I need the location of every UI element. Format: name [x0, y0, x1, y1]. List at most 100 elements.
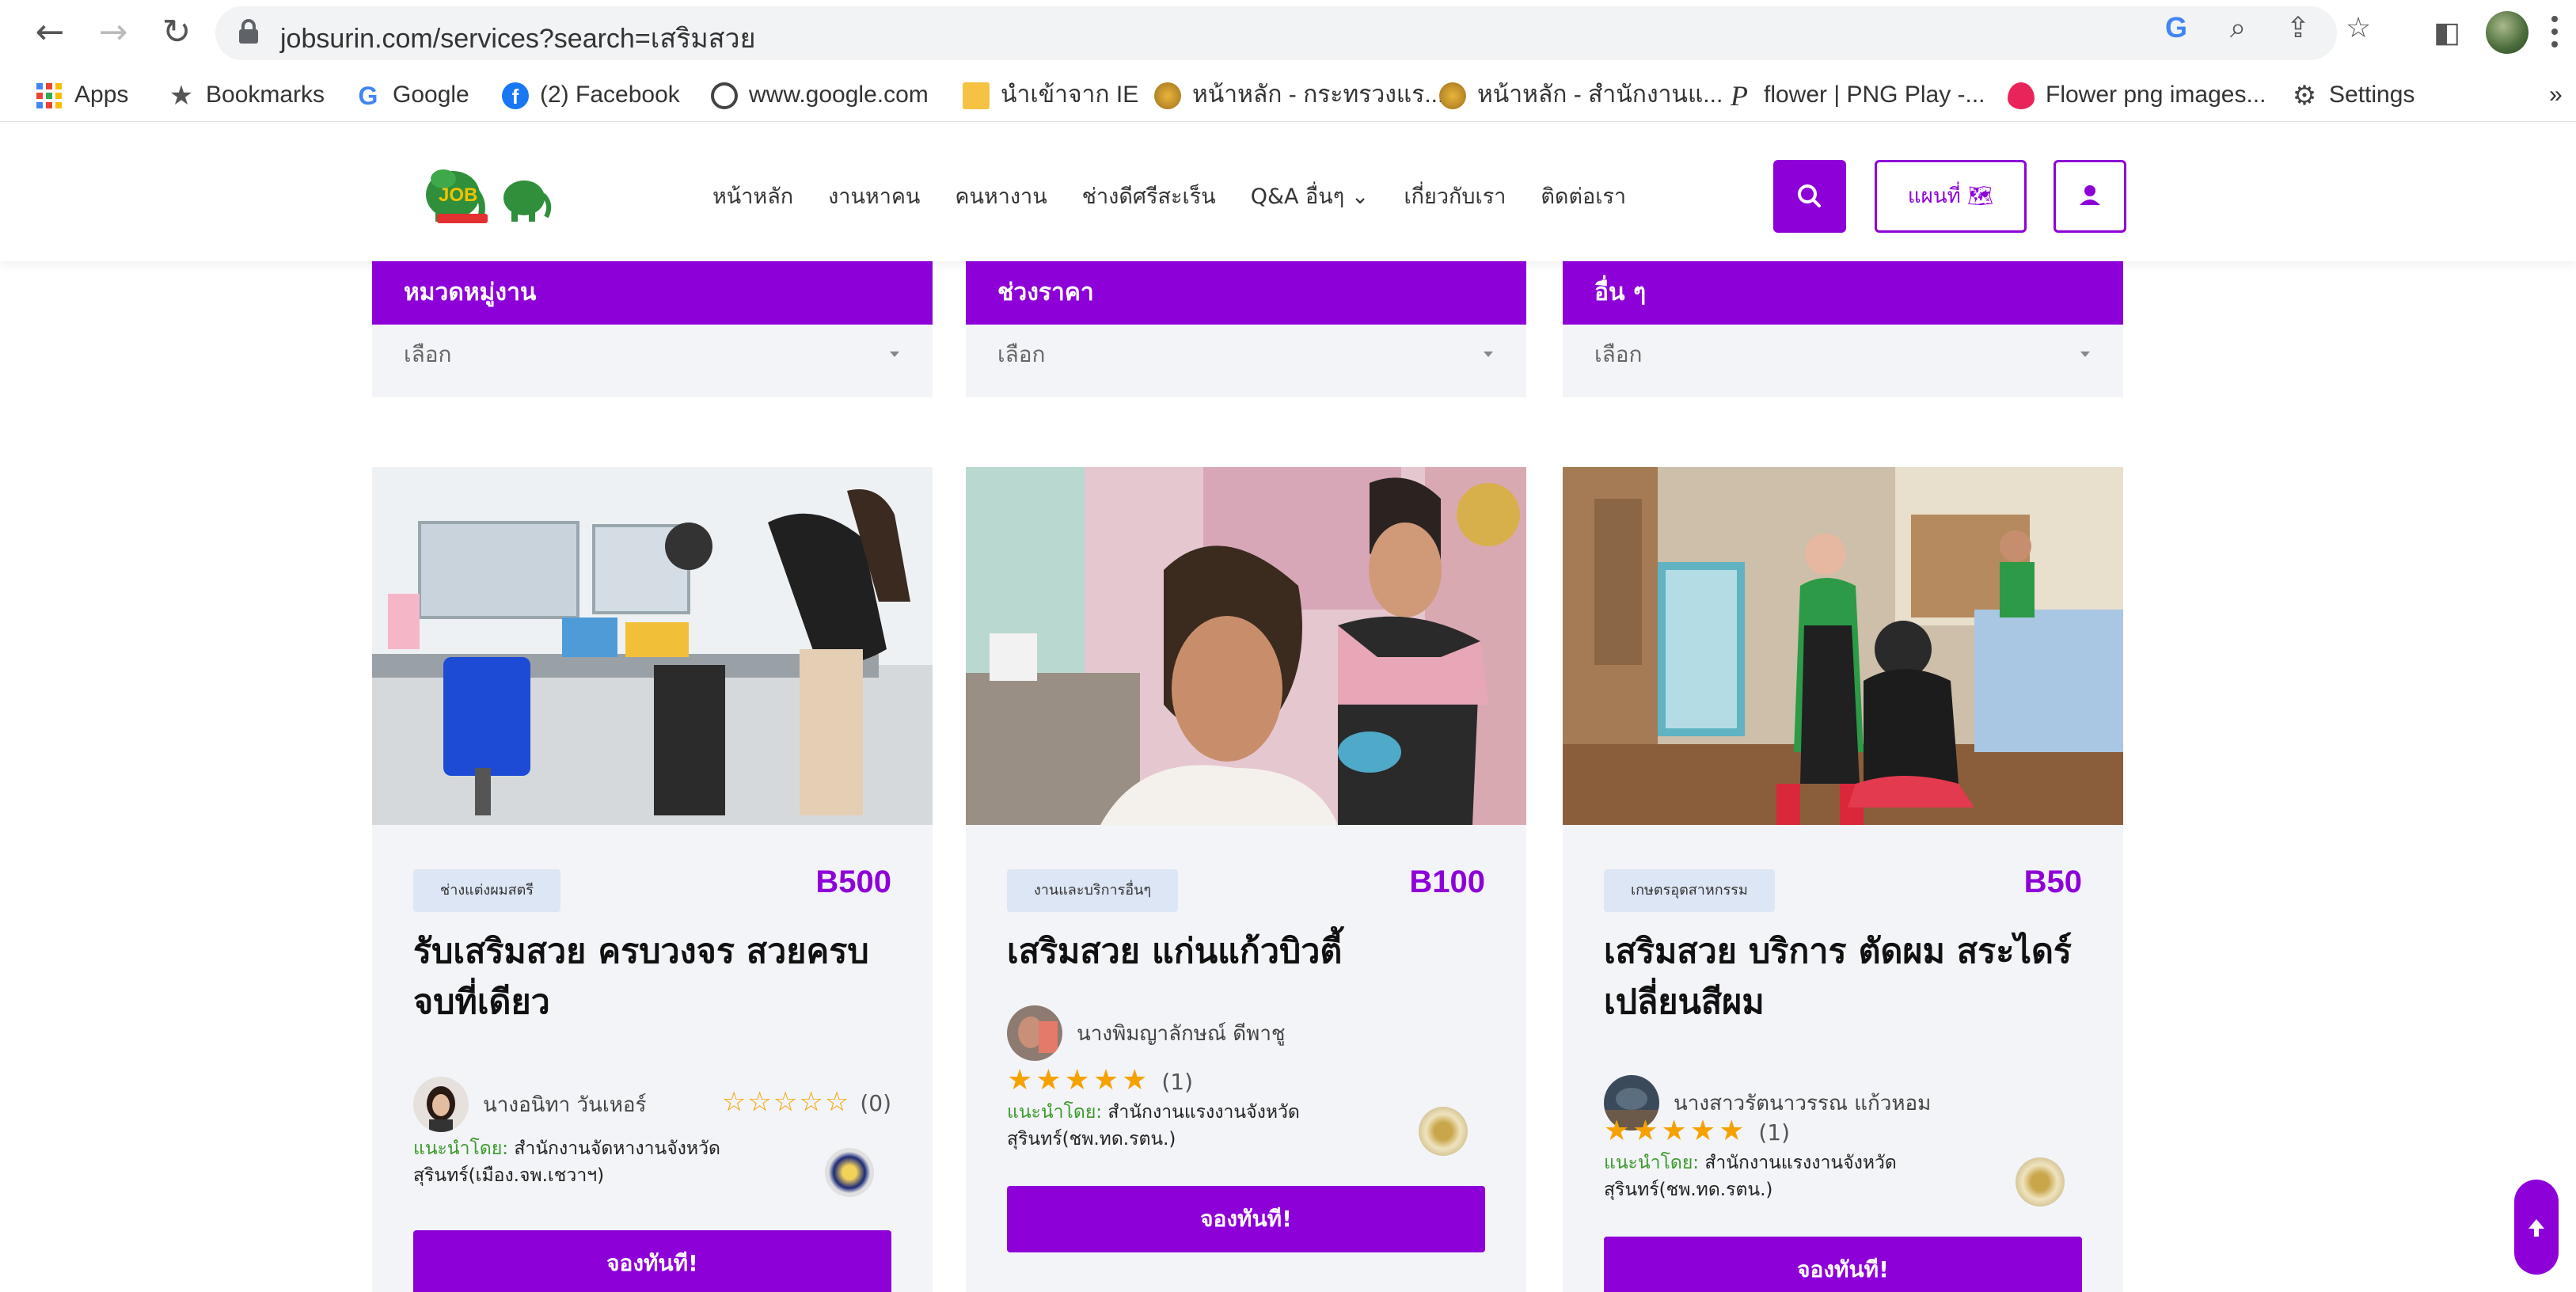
service-card[interactable]: ช่างแต่งผมสตรี B500 รับเสริมสวย ครบวงจร …: [372, 467, 933, 1292]
book-now-button[interactable]: จองทันที!: [1604, 1237, 2082, 1292]
bookmark-settings[interactable]: ⚙ Settings: [2291, 79, 2415, 111]
nav-qa-dropdown[interactable]: Q&A อื่นๆ ⌄: [1251, 179, 1370, 213]
nav-about[interactable]: เกี่ยวกับเรา: [1404, 179, 1506, 213]
p-icon: P: [1731, 80, 1748, 112]
jobsurin-logo[interactable]: JOB: [420, 158, 554, 225]
bookmark-ie-folder[interactable]: นำเข้าจาก IE: [963, 79, 1138, 111]
rating: ★★★★★ (1): [1604, 1115, 1790, 1147]
rating-stars: ☆☆☆☆☆: [721, 1086, 851, 1118]
bookmark-flower-pngplay[interactable]: Pflower | PNG Play -...: [1726, 79, 1985, 111]
government-seal-icon: [2016, 1157, 2065, 1206]
rating-stars: ★★★★★: [1007, 1064, 1151, 1096]
bookmark-star-icon[interactable]: ☆: [2337, 6, 2380, 49]
provider-name: นางพิมญาลักษณ์ ดีพาชู: [1077, 1021, 1286, 1046]
share-icon[interactable]: ⇪: [2277, 6, 2320, 49]
rating-count: (1): [1758, 1119, 1791, 1146]
main-nav: หน้าหลัก งานหาคน คนหางาน ช่างดีศรีสะเร็น…: [712, 179, 1626, 213]
svg-text:JOB: JOB: [439, 184, 477, 206]
bookmark-flower-png[interactable]: Flower png images...: [2008, 79, 2266, 111]
facebook-icon: f: [502, 82, 529, 110]
menu-icon[interactable]: [2551, 16, 2559, 51]
search-button[interactable]: [1773, 160, 1846, 233]
nav-contact[interactable]: ติดต่อเรา: [1541, 179, 1626, 213]
service-card[interactable]: งานและบริการอื่นๆ B100 เสริมสวย แก่นแก้ว…: [966, 467, 1526, 1292]
gear-icon: ⚙: [2292, 81, 2317, 112]
bookmark-www-google[interactable]: www.google.com: [711, 79, 929, 111]
rating: ☆☆☆☆☆ (0): [722, 1086, 891, 1118]
drop-icon: [2008, 82, 2035, 110]
google-icon: G: [358, 82, 378, 111]
site-header: JOB หน้าหลัก งานหาคน คนหางาน ช่างดีศรีสะ…: [0, 122, 2576, 261]
user-icon: [2080, 185, 2100, 205]
bookmark-facebook[interactable]: f (2) Facebook: [502, 79, 680, 111]
map-button[interactable]: แผนที่ 🗺: [1875, 160, 2027, 233]
service-photo[interactable]: [372, 467, 933, 825]
rating-count: (0): [860, 1090, 891, 1116]
recommended-label: แนะนำโดย:: [413, 1138, 509, 1159]
provider[interactable]: นางอนิทา วันเหอร์: [413, 1077, 646, 1132]
book-now-button[interactable]: จองทันที!: [1007, 1186, 1485, 1252]
recommended-by: แนะนำโดย: สำนักงานแรงงานจังหวัดสุรินทร์(…: [1007, 1102, 1300, 1150]
folder-icon: [963, 82, 990, 110]
filter-category: หมวดหมู่งาน เลือก: [372, 261, 933, 397]
filter-other: อื่น ๆ เลือก: [1563, 261, 2123, 397]
service-card[interactable]: เกษตรอุตสาหกรรม B50 เสริมสวย บริการ ตัดผ…: [1563, 467, 2123, 1292]
rating-stars: ★★★★★: [1604, 1115, 1748, 1147]
side-panel-icon[interactable]: ◧: [2426, 11, 2468, 54]
globe-icon: [711, 82, 738, 110]
google-lens-icon[interactable]: G: [2155, 6, 2198, 49]
bookmark-mol-home[interactable]: หน้าหลัก - กระทรวงแร...: [1154, 79, 1444, 111]
url-text: jobsurin.com/services?search=เสริมสวย: [280, 24, 756, 54]
government-seal-icon: [1419, 1107, 1468, 1156]
service-title[interactable]: เสริมสวย แก่นแก้วบิวตี้: [1007, 926, 1498, 977]
star-icon: ★: [169, 81, 194, 112]
bookmark-office-home[interactable]: หน้าหลัก - สำนักงานแ...: [1439, 79, 1723, 111]
price: B50: [2023, 864, 2082, 899]
government-seal-icon: [825, 1148, 874, 1197]
other-select[interactable]: เลือก: [1563, 325, 2123, 397]
bookmark-bookmarks[interactable]: ★ Bookmarks: [168, 79, 325, 111]
service-title[interactable]: เสริมสวย บริการ ตัดผม สระไดร์ เปลี่ยนสีผ…: [1604, 926, 2095, 1028]
filter-header: ช่วงราคา: [966, 261, 1526, 325]
provider[interactable]: นางพิมญาลักษณ์ ดีพาชู: [1007, 1005, 1286, 1061]
bookmarks-overflow[interactable]: »: [2549, 79, 2563, 111]
category-badge[interactable]: งานและบริการอื่นๆ: [1007, 869, 1179, 912]
recommended-by: แนะนำโดย: สำนักงานแรงงานจังหวัดสุรินทร์(…: [1604, 1153, 1897, 1200]
nav-job-seekers[interactable]: คนหางาน: [955, 179, 1047, 213]
category-select[interactable]: เลือก: [372, 325, 933, 397]
search-icon: [1798, 184, 1821, 207]
category-badge[interactable]: เกษตรอุตสาหกรรม: [1604, 869, 1775, 912]
back-to-top-button[interactable]: [2514, 1180, 2559, 1275]
filter-price: ช่วงราคา เลือก: [966, 261, 1526, 397]
rating: ★★★★★ (1): [1007, 1064, 1193, 1096]
book-now-button[interactable]: จองทันที!: [413, 1230, 891, 1292]
apps-grid-icon: [36, 83, 62, 109]
service-photo[interactable]: [1563, 467, 2123, 825]
recommended-label: แนะนำโดย:: [1604, 1153, 1700, 1173]
recommended-label: แนะนำโดย:: [1007, 1102, 1103, 1123]
forward-icon[interactable]: →: [92, 11, 135, 54]
nav-home[interactable]: หน้าหลัก: [712, 179, 793, 213]
service-title[interactable]: รับเสริมสวย ครบวงจร สวยครบ จบที่เดียว: [413, 926, 904, 1028]
seal-icon: [1439, 82, 1466, 110]
lock-icon: [239, 19, 258, 44]
caret-down-icon: [1484, 352, 1493, 357]
price-select[interactable]: เลือก: [966, 325, 1526, 397]
browser-toolbar: ← → ↻ jobsurin.com/services?search=เสริม…: [0, 0, 2576, 66]
profile-avatar[interactable]: [2486, 11, 2529, 54]
nav-craftsmen[interactable]: ช่างดีศรีสะเร็น: [1082, 179, 1216, 213]
price: B500: [815, 864, 891, 899]
reload-icon[interactable]: ↻: [155, 11, 198, 54]
price: B100: [1409, 864, 1485, 899]
bookmark-apps[interactable]: Apps: [36, 79, 128, 111]
provider-avatar: [413, 1077, 469, 1132]
zoom-icon[interactable]: ⌕: [2217, 6, 2259, 49]
category-badge[interactable]: ช่างแต่งผมสตรี: [413, 869, 560, 912]
provider-name: นางอนิทา วันเหอร์: [483, 1092, 647, 1117]
bookmark-google[interactable]: G Google: [355, 79, 469, 111]
service-photo[interactable]: [966, 467, 1526, 825]
back-icon[interactable]: ←: [28, 11, 71, 54]
nav-jobs[interactable]: งานหาคน: [828, 179, 920, 213]
address-bar[interactable]: jobsurin.com/services?search=เสริมสวย G …: [215, 6, 2371, 60]
user-button[interactable]: [2054, 160, 2126, 233]
